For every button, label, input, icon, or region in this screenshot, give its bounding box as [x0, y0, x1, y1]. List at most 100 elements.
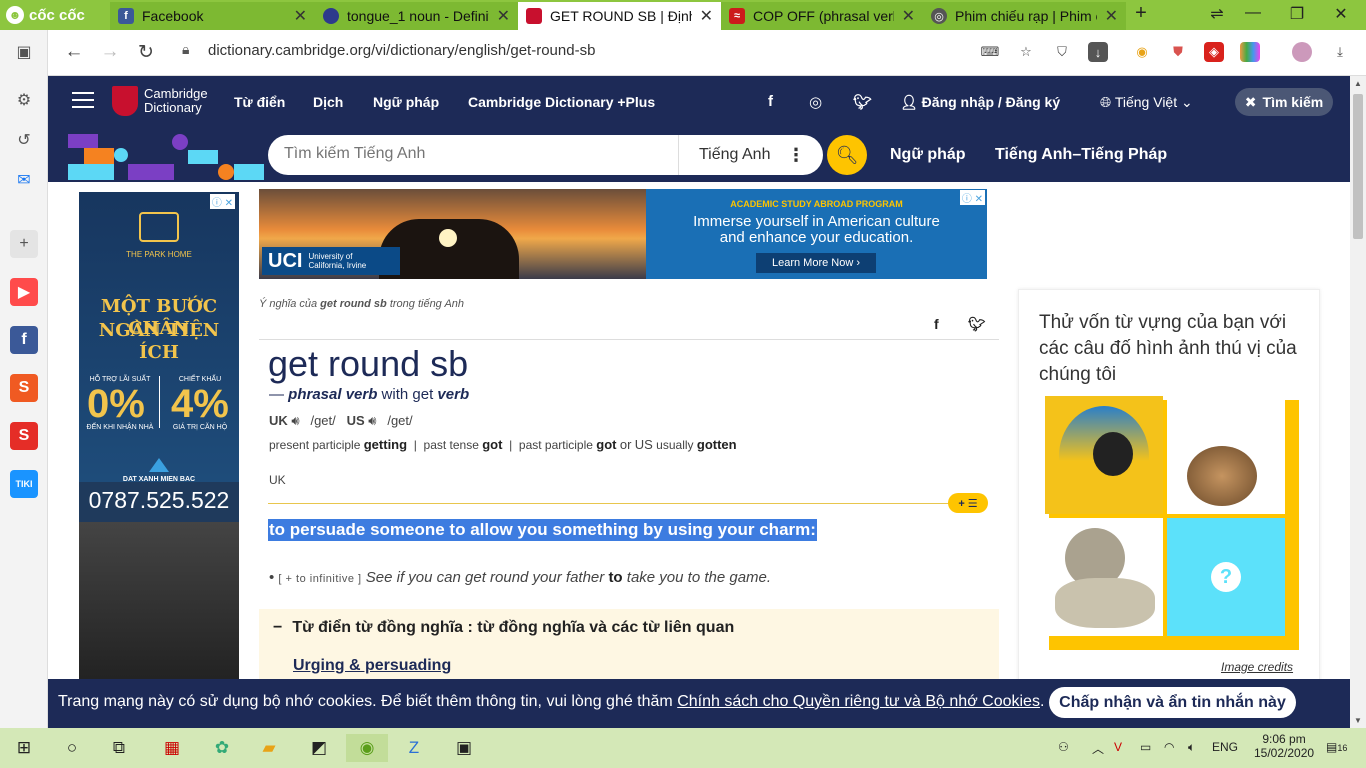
more-examples-button[interactable]: + ☰	[948, 493, 988, 513]
tiki-icon[interactable]: TIKI	[10, 470, 38, 498]
new-tab-button[interactable]: +	[1126, 2, 1156, 25]
synonyms-link[interactable]: Urging & persuading	[293, 657, 451, 675]
synonyms-title[interactable]: − Từ điển từ đồng nghĩa : từ đồng nghĩa v…	[273, 619, 734, 637]
clock[interactable]: 9:06 pm 15/02/2020	[1254, 732, 1314, 760]
windows-start-icon[interactable]: ⊞	[10, 734, 38, 762]
people-icon[interactable]: ⚇	[1058, 740, 1069, 754]
uk-audio-icon[interactable]: 🔊︎	[291, 413, 299, 428]
show-hidden-icons[interactable]: ︿	[1092, 740, 1104, 757]
left-advertisement[interactable]: THE PARK HOME MỘT BƯỚC CHÂN NGÀN TIỆN ÍC…	[79, 192, 239, 682]
close-tab-icon[interactable]: ✕	[1105, 6, 1118, 26]
hamburger-menu-icon[interactable]	[72, 92, 94, 110]
cambridge-logo[interactable]: Cambridge Dictionary	[112, 86, 208, 116]
quiz-title[interactable]: Thử vốn từ vựng của bạn với các câu đố h…	[1039, 310, 1309, 388]
messenger-icon[interactable]: ✉	[10, 166, 38, 194]
ad-choices-icon[interactable]: ⓘ ✕	[959, 190, 985, 205]
question-image[interactable]: ?	[1167, 518, 1285, 636]
twitter-icon[interactable]: 🐦︎	[853, 93, 872, 111]
nav-plus[interactable]: Cambridge Dictionary +Plus	[468, 94, 655, 110]
wifi-icon[interactable]: ◠	[1164, 740, 1174, 754]
close-search-button[interactable]: ✖ Tìm kiếm	[1235, 88, 1333, 116]
image-credits-link[interactable]: Image credits	[1221, 660, 1293, 674]
language-indicator[interactable]: ENG	[1212, 740, 1238, 754]
battery-icon[interactable]: ▭	[1140, 740, 1151, 754]
tab-menu-icon[interactable]: ⇌	[1202, 4, 1232, 24]
download-arrow-icon[interactable]: ↓	[1088, 42, 1108, 62]
scroll-up-icon[interactable]: ▲	[1354, 79, 1362, 88]
coccoc-taskbar-icon[interactable]: ◉	[346, 734, 388, 762]
tab-facebook[interactable]: f Facebook ✕	[110, 2, 315, 30]
banner-cta-button[interactable]: Learn More Now ›	[756, 253, 876, 273]
parrot-image[interactable]	[1045, 396, 1163, 514]
login-link[interactable]: 👤︎ Đăng nhập / Đăng ký	[900, 94, 1060, 111]
forward-icon[interactable]: →	[98, 41, 122, 63]
url-field[interactable]: dictionary.cambridge.org/vi/dictionary/e…	[208, 42, 595, 59]
bookmark-star-icon[interactable]: ☆	[1016, 42, 1036, 62]
add-icon[interactable]: +	[10, 230, 38, 258]
close-tab-icon[interactable]: ✕	[294, 6, 307, 26]
scroll-thumb[interactable]	[1353, 94, 1363, 239]
cookie-policy-link[interactable]: Chính sách cho Quyền riêng tư và Bộ nhớ …	[677, 693, 1040, 710]
language-select[interactable]: 🌐︎ Tiếng Việt ⌄	[1100, 94, 1193, 111]
history-icon[interactable]: ↺	[10, 126, 38, 154]
pos-verb[interactable]: verb	[437, 386, 469, 403]
tab-phim[interactable]: ◎ Phim chiếu rạp | Phim c ✕	[923, 2, 1126, 30]
facebook-icon[interactable]: f	[10, 326, 38, 354]
app-taskbar-icon[interactable]: ▣	[450, 734, 478, 762]
zalo-taskbar-icon[interactable]: Z	[400, 734, 428, 762]
sendo-icon[interactable]: S	[10, 422, 38, 450]
link-grammar[interactable]: Ngữ pháp	[890, 146, 966, 164]
ad-choices-icon[interactable]: ⓘ ✕	[209, 194, 235, 209]
nav-dictionary[interactable]: Từ điển	[234, 94, 285, 110]
shield-icon[interactable]: ⛉	[1052, 42, 1072, 62]
search-button[interactable]: 🔍︎	[827, 135, 867, 175]
more-options-icon[interactable]: ⋮	[787, 145, 805, 166]
tab-tongue[interactable]: tongue_1 noun - Definiti ✕	[315, 2, 518, 30]
coccoc-ext-icon[interactable]: ◉	[1132, 42, 1152, 62]
maximize-icon[interactable]: ❐	[1282, 4, 1312, 24]
translate-icon[interactable]: ⌨	[980, 42, 1000, 62]
tab-get-round-sb[interactable]: GET ROUND SB | Định n ✕	[518, 2, 721, 30]
facebook-icon[interactable]: f	[768, 93, 773, 110]
close-tab-icon[interactable]: ✕	[902, 6, 915, 26]
share-twitter-icon[interactable]: 🐦︎	[968, 316, 986, 333]
color-picker-icon[interactable]	[1240, 42, 1260, 62]
notifications-icon[interactable]: ▤16	[1326, 740, 1347, 754]
page-scrollbar[interactable]: ▲ ▼	[1350, 76, 1366, 728]
back-icon[interactable]: ←	[62, 41, 86, 63]
minimize-icon[interactable]: —	[1238, 4, 1268, 22]
settings-icon[interactable]: ⚙	[10, 86, 38, 114]
close-window-icon[interactable]: ✕	[1326, 4, 1356, 24]
snail-image[interactable]	[1167, 396, 1285, 514]
share-facebook-icon[interactable]: f	[934, 316, 939, 332]
lock-icon[interactable]: 🔒︎	[182, 41, 189, 58]
reload-icon[interactable]: ↻	[134, 41, 158, 64]
shopee-icon[interactable]: S	[10, 374, 38, 402]
paint-app-icon[interactable]: ▦	[158, 734, 186, 762]
file-explorer-icon[interactable]: ▰	[255, 734, 283, 762]
nav-translate[interactable]: Dịch	[313, 94, 343, 110]
quiz-image-grid[interactable]: ?	[1045, 396, 1299, 650]
vietkey-icon[interactable]: V	[1114, 740, 1122, 754]
banner-advertisement[interactable]: UCI University of California, Irvine ACA…	[259, 189, 987, 279]
profile-avatar[interactable]	[1292, 42, 1312, 62]
scroll-down-icon[interactable]: ▼	[1354, 716, 1362, 725]
network-app-icon[interactable]: ✿	[208, 734, 236, 762]
instagram-icon[interactable]: ◎	[809, 93, 822, 111]
extension-red-icon[interactable]: ◈	[1204, 42, 1224, 62]
search-input[interactable]	[284, 145, 664, 163]
link-english-french[interactable]: Tiếng Anh–Tiếng Pháp	[995, 146, 1167, 164]
octopus-image[interactable]	[1045, 518, 1163, 636]
tab-cop-off[interactable]: ≈ COP OFF (phrasal verb) ✕	[721, 2, 923, 30]
task-view-icon[interactable]: ⧉	[105, 734, 133, 762]
close-tab-icon[interactable]: ✕	[700, 6, 713, 26]
close-tab-icon[interactable]: ✕	[497, 6, 510, 26]
coccoc-logo[interactable]: ☻ cốc cốc	[6, 4, 85, 26]
search-circle-icon[interactable]: ○	[58, 734, 86, 762]
accept-cookies-button[interactable]: Chấp nhận và ẩn tin nhắn này	[1049, 687, 1296, 718]
nav-grammar[interactable]: Ngữ pháp	[373, 94, 439, 110]
sticky-app-icon[interactable]: ◩	[305, 734, 333, 762]
volume-icon[interactable]: 🔈︎	[1188, 740, 1195, 755]
sidebar-toggle-icon[interactable]: ▣	[10, 38, 38, 66]
downloads-icon[interactable]: ⤓	[1330, 42, 1350, 62]
